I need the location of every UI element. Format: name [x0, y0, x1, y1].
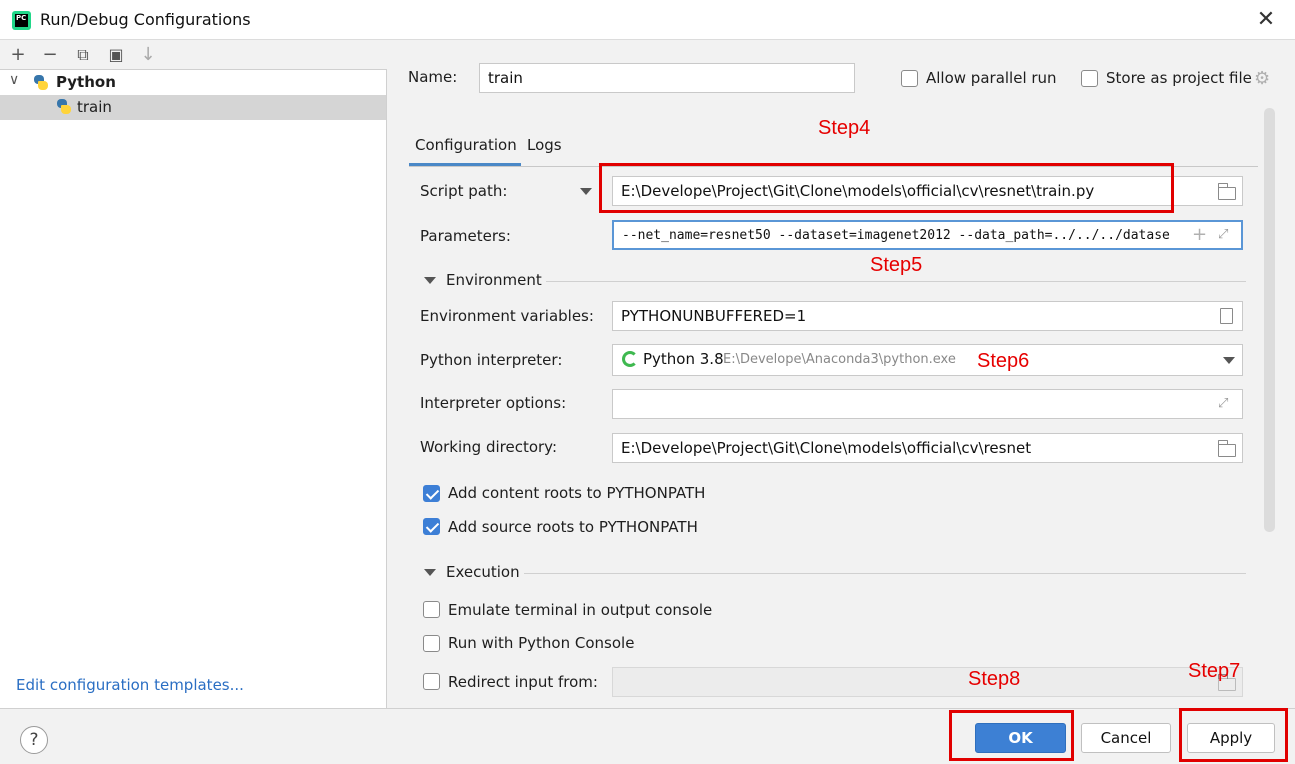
expand-icon[interactable]: ⤢ — [1218, 396, 1228, 411]
chevron-down-icon[interactable]: ∨ — [9, 72, 19, 88]
edit-configuration-templates-link[interactable]: Edit configuration templates... — [16, 676, 244, 694]
interpreter-name: Python 3.8 — [643, 350, 724, 368]
interpreter-options-field[interactable] — [612, 389, 1243, 419]
expand-icon[interactable]: ⤢ — [1218, 227, 1228, 242]
close-icon[interactable]: ✕ — [1254, 6, 1278, 34]
tab-configuration[interactable]: Configuration — [409, 134, 521, 166]
python-interpreter-select[interactable]: Python 3.8 E:\Develope\Anaconda3\python.… — [612, 344, 1243, 376]
store-as-project-file-label: Store as project file — [1106, 69, 1252, 87]
emulate-terminal-label: Emulate terminal in output console — [448, 601, 713, 619]
add-macro-icon[interactable]: + — [1192, 224, 1207, 245]
tree-item-label: train — [77, 98, 112, 116]
name-label: Name: — [408, 68, 458, 86]
interpreter-options-label: Interpreter options: — [420, 394, 567, 412]
annotation-box-step8 — [949, 710, 1074, 761]
tree-item-label: Python — [56, 73, 116, 91]
allow-parallel-run-label: Allow parallel run — [926, 69, 1057, 87]
add-source-roots-label: Add source roots to PYTHONPATH — [448, 518, 698, 536]
sort-icon[interactable]: ↓ — [137, 44, 159, 66]
script-type-dropdown-icon[interactable] — [580, 188, 592, 195]
gear-icon[interactable]: ⚙ — [1254, 68, 1270, 89]
environment-collapse-icon[interactable] — [424, 277, 436, 284]
allow-parallel-run-checkbox[interactable] — [901, 70, 918, 87]
tab-logs[interactable]: Logs — [527, 136, 562, 154]
environment-variables-label: Environment variables: — [420, 307, 594, 325]
remove-icon[interactable]: − — [39, 44, 61, 66]
folder-icon[interactable] — [1217, 183, 1236, 200]
parameters-field[interactable]: --net_name=resnet50 --dataset=imagenet20… — [612, 220, 1243, 250]
window-title: Run/Debug Configurations — [40, 10, 251, 29]
pycharm-logo-icon: PC — [12, 11, 31, 30]
execution-collapse-icon[interactable] — [424, 569, 436, 576]
step5-label: Step5 — [870, 254, 923, 276]
help-button[interactable]: ? — [20, 726, 48, 754]
chevron-down-icon[interactable] — [1223, 357, 1235, 364]
add-icon[interactable]: + — [7, 44, 29, 66]
store-as-project-file-checkbox[interactable] — [1081, 70, 1098, 87]
redirect-input-field[interactable] — [612, 667, 1243, 697]
working-directory-label: Working directory: — [420, 438, 558, 456]
step8-label: Step8 — [968, 668, 1021, 690]
step4-label: Step4 — [818, 117, 871, 139]
run-python-console-label: Run with Python Console — [448, 634, 635, 652]
folder-icon[interactable] — [1217, 440, 1236, 457]
section-divider — [546, 281, 1246, 282]
redirect-input-checkbox[interactable] — [423, 673, 440, 690]
annotation-box-step7 — [1179, 708, 1288, 762]
add-content-roots-label: Add content roots to PYTHONPATH — [448, 484, 706, 502]
python-icon — [33, 75, 49, 91]
execution-section-title: Execution — [446, 563, 520, 581]
tree-item-python[interactable]: ∨ Python — [0, 71, 386, 95]
emulate-terminal-checkbox[interactable] — [423, 601, 440, 618]
tree-item-train[interactable]: train — [0, 95, 386, 120]
python-interpreter-label: Python interpreter: — [420, 351, 563, 369]
environment-variables-field[interactable]: PYTHONUNBUFFERED=1 — [612, 301, 1243, 331]
document-icon[interactable] — [1220, 308, 1233, 324]
parameters-label: Parameters: — [420, 227, 511, 245]
name-field[interactable]: train — [479, 63, 855, 93]
interpreter-path: E:\Develope\Anaconda3\python.exe — [723, 352, 956, 367]
script-path-label: Script path: — [420, 182, 508, 200]
redirect-input-label: Redirect input from: — [448, 673, 598, 691]
step6-label: Step6 — [977, 350, 1030, 372]
cancel-button[interactable]: Cancel — [1081, 723, 1171, 753]
configurations-tree-panel — [0, 40, 387, 708]
add-content-roots-checkbox[interactable] — [423, 485, 440, 502]
interpreter-status-icon — [622, 351, 638, 367]
annotation-box-step4 — [599, 163, 1174, 213]
configurations-toolbar: + − ⧉ ▣ ↓ — [0, 40, 387, 70]
copy-icon[interactable]: ⧉ — [72, 44, 94, 66]
add-source-roots-checkbox[interactable] — [423, 518, 440, 535]
folder-add-icon[interactable]: ▣ — [105, 44, 127, 66]
run-python-console-checkbox[interactable] — [423, 635, 440, 652]
environment-section-title: Environment — [446, 271, 542, 289]
working-directory-field[interactable]: E:\Develope\Project\Git\Clone\models\off… — [612, 433, 1243, 463]
vertical-scrollbar[interactable] — [1264, 108, 1275, 532]
step7-label: Step7 — [1188, 660, 1241, 682]
python-icon — [56, 99, 72, 115]
tab-label: Configuration — [415, 136, 517, 154]
section-divider — [524, 573, 1246, 574]
